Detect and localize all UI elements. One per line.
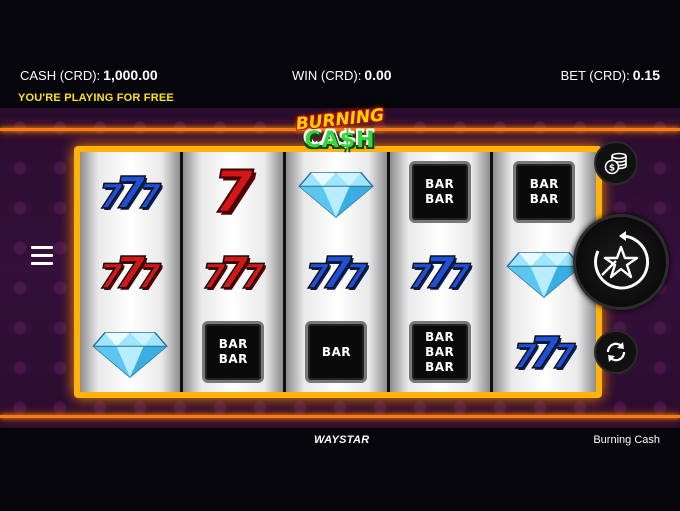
autoplay-button[interactable] [594,330,638,374]
triple-seven-red-symbol: 777 [202,248,265,299]
coin-stack-icon[interactable]: $ [594,141,638,185]
bet-display: BET (CRD): 0.15 [561,67,660,83]
red-seven-symbol: 7 [212,158,254,226]
cash-display: CASH (CRD): 1,000.00 [20,67,158,83]
reel-cell: BAR BAR [183,312,283,392]
double-bar-symbol: BAR BAR [202,321,265,383]
triple-bar-symbol: BAR BAR BAR [408,321,471,383]
win-value: 0.00 [364,67,392,83]
reel-cell: BAR BAR [493,152,596,232]
double-bar-symbol: BAR BAR [513,161,576,223]
reel-cell [80,312,180,392]
reel-cell: 777 [183,232,283,312]
star-spin-icon [594,231,650,290]
reel-cell: BAR BAR BAR [390,312,490,392]
cash-label: CASH (CRD): [20,68,101,83]
reel-cell: 777 [286,232,386,312]
reel-cell: 777 [493,312,596,392]
provider-name: WAYSTAR [314,434,370,446]
svg-text:$: $ [609,164,615,174]
diamond-icon [298,171,375,219]
game-logo: BURNING CA$H [292,105,388,157]
reel-cell: BAR [286,312,386,392]
triple-seven-blue-symbol: 777 [98,168,162,219]
reel-4: BAR BAR 7 7 7 BAR BAR BAR [389,152,493,392]
reel-cell: 777 [80,152,180,232]
win-label: WIN (CRD): [292,68,362,83]
bet-label: BET (CRD): [560,68,630,83]
spin-button[interactable] [573,214,669,310]
reel-1: 777 777 [80,152,184,392]
reel-cell: 777 [80,232,180,312]
hamburger-icon[interactable] [31,246,53,266]
reel-cell: 777 [390,232,490,312]
triple-seven-red-symbol: 777 [98,248,162,299]
triple-seven-blue-symbol: 777 [305,248,368,299]
win-display: WIN (CRD): 0.00 [292,67,392,83]
single-bar-symbol: BAR [305,321,368,383]
autoplay-arrows-icon [606,342,626,362]
reel-cell: BAR BAR [390,152,490,232]
free-play-notice: YOU'RE PLAYING FOR FREE [18,92,174,104]
triple-seven-blue-symbol: 777 [408,248,471,299]
reel-cell [286,152,386,232]
diamond-icon [92,331,168,379]
reel-2: 7 7 7 7 BAR BAR [183,152,287,392]
cash-value: 1,000.00 [103,67,158,83]
bottom-glow-divider [0,415,680,418]
diamond-icon [506,251,583,299]
reel-3: 7 7 7 BAR [286,152,390,392]
game-name: Burning Cash [593,434,660,446]
bet-value: 0.15 [632,67,660,83]
double-bar-symbol: BAR BAR [408,161,471,223]
reel-cell: 7 [183,152,283,232]
reels-area: 777777 7 7 7 7 BAR BAR 7 7 7 BAR BAR BAR 7 7 7 BAR BAR B… [80,152,596,392]
triple-seven-blue-symbol: 777 [513,328,576,379]
top-bar: CASH (CRD): 1,000.00 WIN (CRD): 0.00 BET (… [0,0,680,108]
